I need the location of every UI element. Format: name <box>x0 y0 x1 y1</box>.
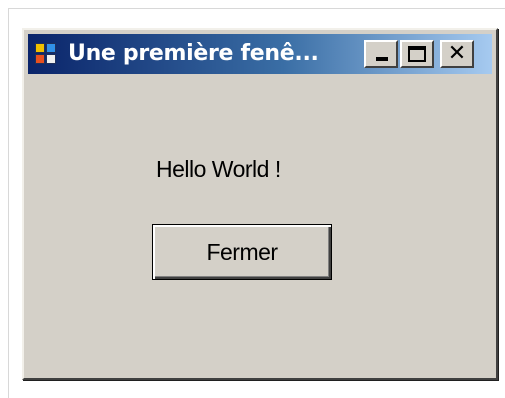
close-button[interactable]: ✕ <box>440 40 474 68</box>
minimize-button[interactable] <box>364 40 398 68</box>
application-window-icon[interactable] <box>35 43 57 65</box>
thumbnail-border-top <box>8 8 505 9</box>
maximize-button[interactable] <box>400 40 434 68</box>
title-bar[interactable]: Une première fenê... ✕ <box>28 34 492 74</box>
maximize-icon <box>408 46 426 62</box>
app-icon-cell <box>35 54 45 64</box>
screenshot-canvas: Une première fenê... ✕ Hello World ! Fer… <box>0 0 505 398</box>
window-title: Une première fenê... <box>68 41 319 66</box>
hello-world-label: Hello World ! <box>156 156 281 182</box>
close-icon: ✕ <box>447 41 467 66</box>
app-icon-cell <box>46 54 56 64</box>
minimize-icon <box>376 57 388 61</box>
thumbnail-border-left <box>8 8 9 398</box>
app-icon-cell <box>35 43 45 53</box>
app-icon-cell <box>46 43 56 53</box>
fermer-button[interactable]: Fermer <box>152 224 332 280</box>
application-window: Une première fenê... ✕ Hello World ! Fer… <box>22 28 498 380</box>
